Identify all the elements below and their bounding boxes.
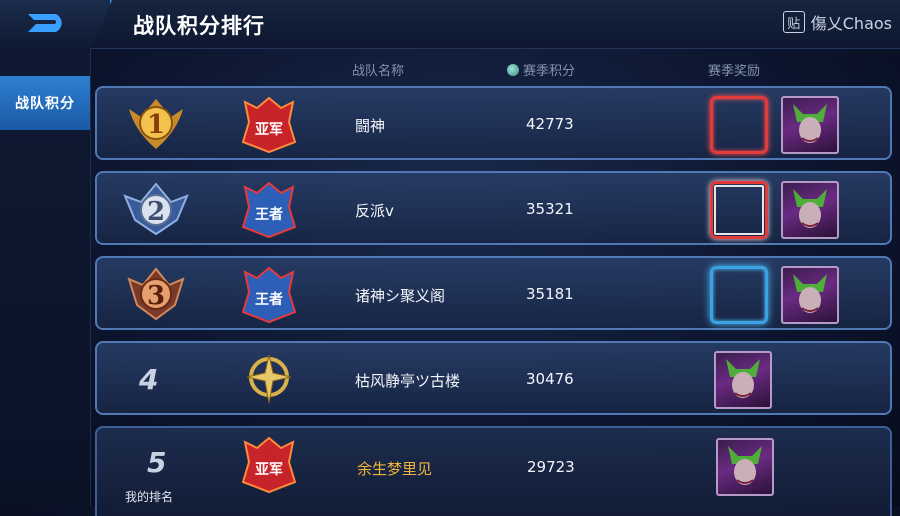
reward-hero-avatar[interactable] xyxy=(781,266,839,324)
hero-portrait-icon xyxy=(793,274,827,313)
bronze-medal-icon: 3 xyxy=(127,267,185,321)
team-badge-icon: 王者 xyxy=(241,181,297,239)
svg-text:王者: 王者 xyxy=(255,207,283,223)
page-title: 战队积分排行 xyxy=(133,14,265,38)
hero-portrait-icon xyxy=(728,446,762,485)
svg-text:2: 2 xyxy=(147,197,165,227)
back-button[interactable] xyxy=(0,0,112,48)
my-team-score: 29723 xyxy=(527,458,575,476)
team-score: 35321 xyxy=(526,200,574,218)
col-header-reward: 赛季奖励 xyxy=(708,64,761,79)
svg-text:王者: 王者 xyxy=(255,292,283,308)
table-row[interactable]: 3 王者 诸神シ聚义阁 35181 xyxy=(95,256,892,330)
my-team-name: 余生梦里见 xyxy=(357,460,433,478)
tieba-icon: 贴 xyxy=(782,11,805,33)
my-rank-row[interactable]: 5 我的排名 亚军 余生梦里见 29723 xyxy=(95,426,892,516)
team-name: 诸神シ聚义阁 xyxy=(355,287,446,305)
back-arrow-icon xyxy=(28,14,62,32)
team-name: 枯风静亭ツ古楼 xyxy=(355,372,461,390)
sidebar: 战队积分 xyxy=(0,48,91,506)
svg-text:亚军: 亚军 xyxy=(255,122,283,138)
col-header-name: 战队名称 xyxy=(352,64,405,79)
svg-text:亚军: 亚军 xyxy=(255,462,283,478)
table-row[interactable]: 1 亚军 闘神 42773 xyxy=(95,86,892,160)
team-score: 42773 xyxy=(526,115,574,133)
top-bar: 战队积分排行 贴 傷乂Chaos xyxy=(0,0,900,49)
gold-emblem-icon xyxy=(246,354,292,404)
reward-frame-red[interactable] xyxy=(710,96,768,154)
team-badge-icon: 亚军 xyxy=(241,96,297,154)
reward-frame-silver[interactable] xyxy=(710,181,768,239)
gold-medal-icon: 1 xyxy=(129,99,183,149)
team-name: 闘神 xyxy=(355,117,386,135)
team-badge-icon: 王者 xyxy=(241,266,297,324)
rank-number: 4 xyxy=(139,363,159,396)
team-badge-icon: 亚军 xyxy=(241,436,297,494)
tab-team-score[interactable]: 战队积分 xyxy=(0,76,90,130)
reward-hero-avatar[interactable] xyxy=(781,181,839,239)
table-row[interactable]: 2 王者 反派v 35321 xyxy=(95,171,892,245)
my-rank-label: 我的排名 xyxy=(125,490,174,504)
silver-medal-icon: 2 xyxy=(123,182,189,236)
reward-frame-blue[interactable] xyxy=(710,266,768,324)
team-score: 30476 xyxy=(526,370,574,388)
svg-text:3: 3 xyxy=(147,281,165,311)
hero-portrait-icon xyxy=(726,359,760,398)
svg-text:1: 1 xyxy=(147,110,165,140)
reward-hero-avatar[interactable] xyxy=(781,96,839,154)
hero-portrait-icon xyxy=(793,104,827,143)
my-rank-number: 5 xyxy=(147,446,167,479)
col-header-score: 赛季积分 xyxy=(507,60,575,79)
team-score: 35181 xyxy=(526,285,574,303)
brand-text: 傷乂Chaos xyxy=(810,14,892,33)
reward-hero-avatar[interactable] xyxy=(714,351,772,409)
table-row[interactable]: 4 枯风静亭ツ古楼 30476 xyxy=(95,341,892,415)
team-name: 反派v xyxy=(355,202,394,220)
watermark: 贴 傷乂Chaos xyxy=(782,10,892,34)
reward-hero-avatar[interactable] xyxy=(716,438,774,496)
hero-portrait-icon xyxy=(793,189,827,228)
score-icon xyxy=(507,64,519,76)
